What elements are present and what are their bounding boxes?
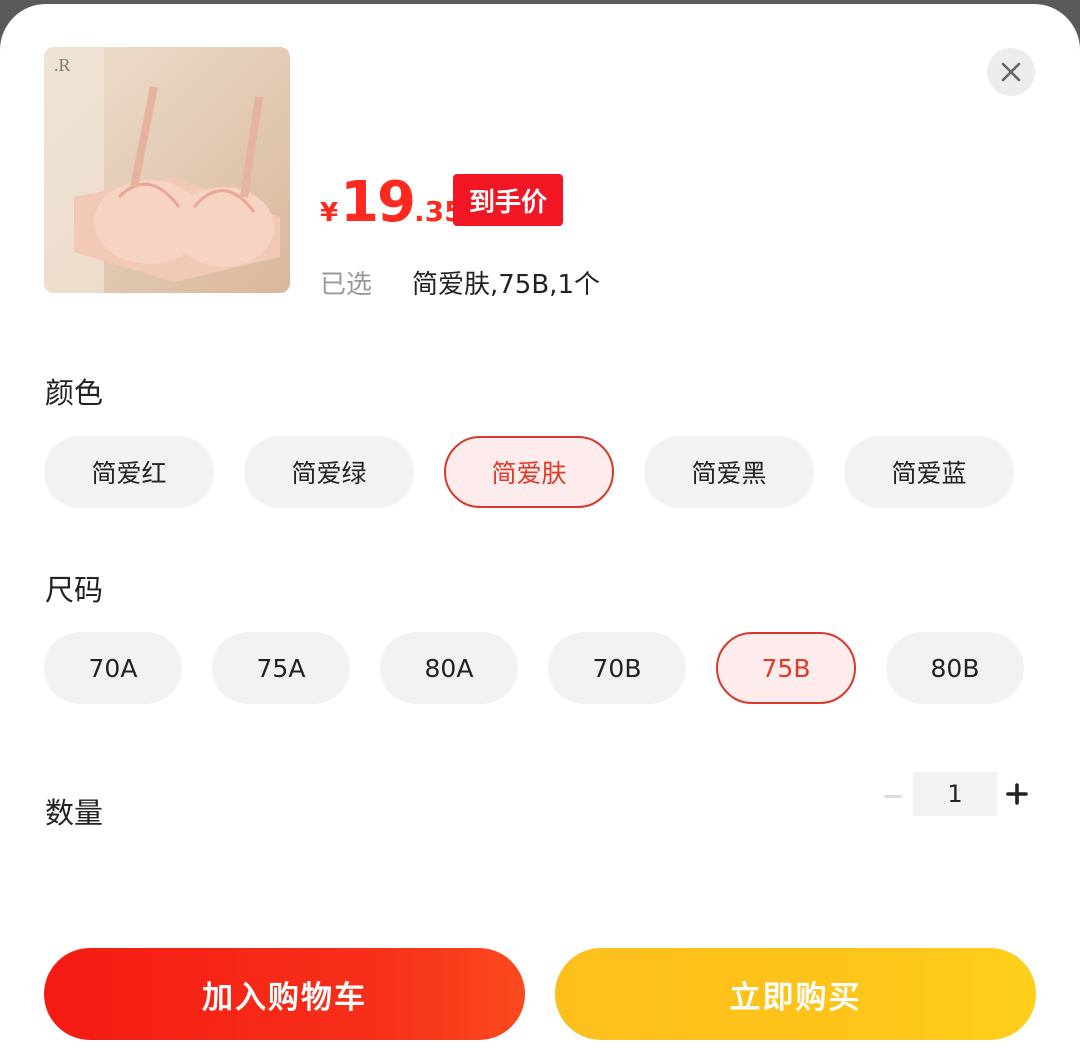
- selected-label: 已选: [320, 270, 373, 300]
- quantity-label: 数量: [45, 796, 104, 830]
- color-section-title: 颜色: [45, 376, 104, 410]
- color-options: 简爱红 简爱绿 简爱肤 简爱黑 简爱蓝: [44, 436, 1044, 508]
- quantity-decrease-button[interactable]: [880, 776, 906, 816]
- size-section-title: 尺码: [45, 573, 104, 607]
- price-tag-badge: 到手价: [453, 174, 563, 226]
- plus-icon: [1006, 783, 1028, 805]
- color-option-red[interactable]: 简爱红: [44, 436, 214, 508]
- size-option-80b[interactable]: 80B: [886, 632, 1024, 704]
- color-option-black[interactable]: 简爱黑: [644, 436, 814, 508]
- color-option-blue[interactable]: 简爱蓝: [844, 436, 1014, 508]
- selected-value: 简爱肤,75B,1个: [412, 270, 600, 300]
- close-icon: [1001, 62, 1021, 82]
- size-option-70a[interactable]: 70A: [44, 632, 182, 704]
- add-to-cart-button[interactable]: 加入购物车: [44, 948, 525, 1040]
- price-integer: 19: [340, 170, 416, 235]
- minus-icon: [884, 794, 902, 798]
- close-button[interactable]: [987, 48, 1035, 96]
- size-option-80a[interactable]: 80A: [380, 632, 518, 704]
- quantity-input[interactable]: [913, 772, 997, 816]
- price: ¥ 19 .35: [320, 170, 464, 236]
- product-image: .R: [44, 47, 290, 293]
- price-currency: ¥: [320, 198, 339, 228]
- color-option-green[interactable]: 简爱绿: [244, 436, 414, 508]
- size-option-70b[interactable]: 70B: [548, 632, 686, 704]
- color-option-skin[interactable]: 简爱肤: [444, 436, 614, 508]
- size-option-75b[interactable]: 75B: [716, 632, 856, 704]
- svg-text:.R: .R: [54, 55, 71, 75]
- size-options: 70A 75A 80A 70B 75B 80B: [44, 632, 1054, 704]
- buy-now-button[interactable]: 立即购买: [555, 948, 1036, 1040]
- quantity-increase-button[interactable]: [1003, 776, 1031, 812]
- sku-selector-sheet: .R ¥ 19 .35 到手价 已选 简爱肤,75B,1个 颜色 简爱红 简爱绿…: [0, 4, 1080, 1050]
- size-option-75a[interactable]: 75A: [212, 632, 350, 704]
